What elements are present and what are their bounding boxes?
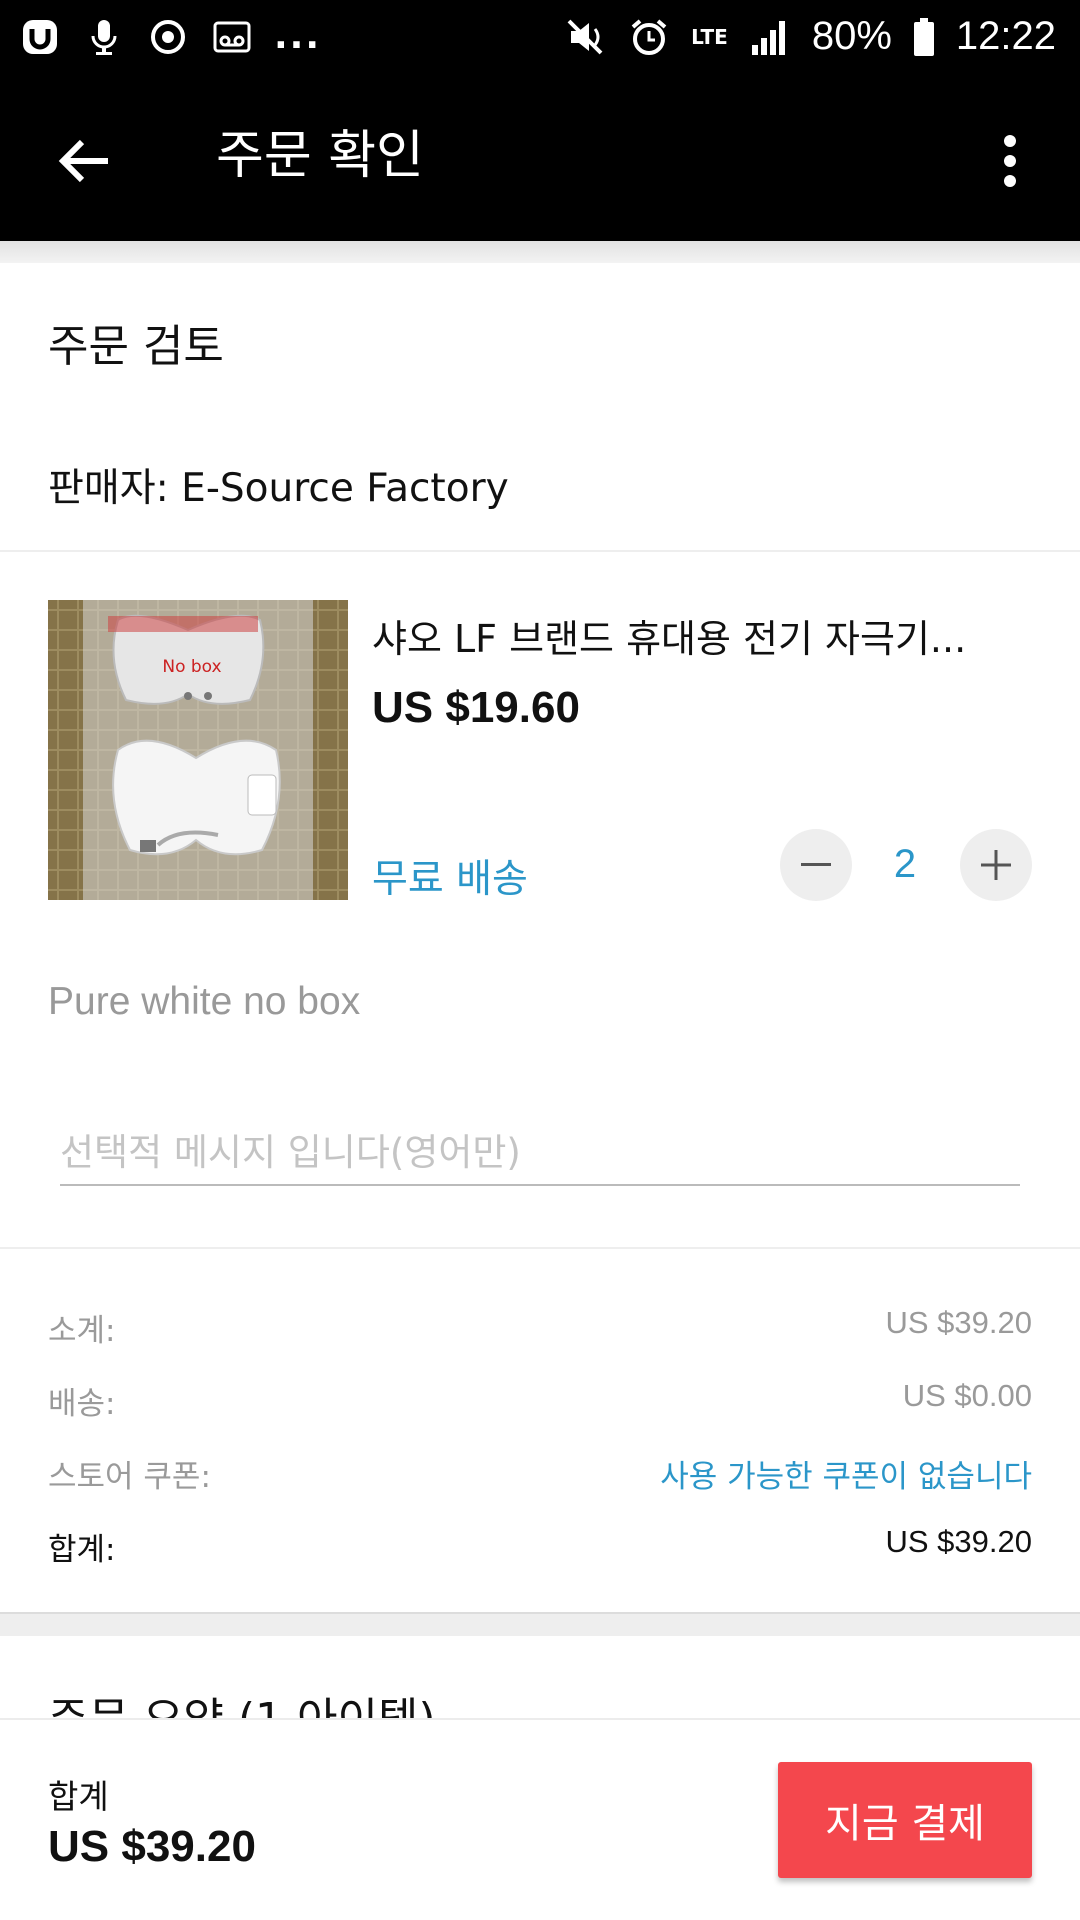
quantity-decrease-button[interactable] — [780, 829, 852, 901]
microphone-icon — [82, 15, 126, 59]
product-variant: Pure white no box — [48, 980, 361, 1023]
clock: 12:22 — [955, 14, 1056, 58]
app-bar-shadow — [0, 241, 1080, 263]
product-name[interactable]: 샤오 LF 브랜드 휴대용 전기 자극기... — [372, 608, 1012, 663]
shipping-method-link[interactable]: 무료 배송 — [372, 848, 528, 904]
status-bar: ... LTE 80% 12:22 — [0, 0, 1080, 73]
svg-text:No box: No box — [162, 657, 221, 677]
footer-total-label: 합계 — [48, 1777, 109, 1816]
page-title: 주문 확인 — [216, 126, 424, 186]
arrow-left-icon — [58, 139, 108, 183]
product-price: US $19.60 — [372, 683, 580, 732]
battery-percent: 80% — [811, 14, 892, 58]
store-coupon-label: 스토어 쿠폰: — [48, 1459, 211, 1495]
lte-indicator: LTE — [691, 24, 728, 49]
status-right-icons: LTE 80% 12:22 — [563, 14, 1056, 59]
store-coupon-value[interactable]: 사용 가능한 쿠폰이 없습니다 — [660, 1451, 1032, 1496]
back-button[interactable] — [46, 123, 122, 199]
shipping-value: US $0.00 — [902, 1378, 1032, 1413]
checkout-footer: 합계 US $39.20 지금 결제 — [0, 1718, 1080, 1920]
divider — [0, 550, 1080, 552]
subtotal-value: US $39.20 — [885, 1305, 1033, 1340]
plus-icon — [981, 850, 1011, 880]
total-label: 합계: — [48, 1532, 116, 1568]
minus-icon — [801, 863, 831, 866]
pay-now-button[interactable]: 지금 결제 — [778, 1762, 1032, 1878]
footer-total-value: US $39.20 — [48, 1822, 256, 1871]
battery-icon — [912, 15, 936, 59]
alarm-icon — [627, 15, 671, 59]
total-value: US $39.20 — [885, 1524, 1033, 1559]
status-left-icons: ... — [18, 15, 321, 59]
power-sync-icon — [146, 15, 190, 59]
app-notification-icon — [18, 15, 62, 59]
signal-strength-icon — [748, 15, 792, 59]
app-bar: 주문 확인 — [0, 73, 1080, 241]
divider — [0, 1247, 1080, 1249]
more-notifications-indicator: ... — [274, 15, 322, 57]
subtotal-label: 소계: — [48, 1313, 116, 1349]
quantity-value: 2 — [893, 842, 917, 886]
quantity-increase-button[interactable] — [960, 829, 1032, 901]
order-confirm-screen: ... LTE 80% 12:22 주문 확인 주문 검토 판매자: E-Sou… — [0, 0, 1080, 1920]
voicemail-icon — [210, 15, 254, 59]
more-vert-icon — [1004, 135, 1016, 187]
section-separator — [0, 1612, 1080, 1636]
shipping-label: 배송: — [48, 1386, 116, 1422]
mute-icon — [563, 15, 607, 59]
product-photo-illustration: No box — [48, 600, 348, 900]
seller-name[interactable]: 판매자: E-Source Factory — [48, 457, 509, 513]
product-image[interactable]: No box — [48, 600, 348, 900]
more-options-button[interactable] — [985, 121, 1035, 201]
order-review-title: 주문 검토 — [48, 321, 224, 372]
seller-message-input[interactable] — [60, 1120, 1020, 1186]
